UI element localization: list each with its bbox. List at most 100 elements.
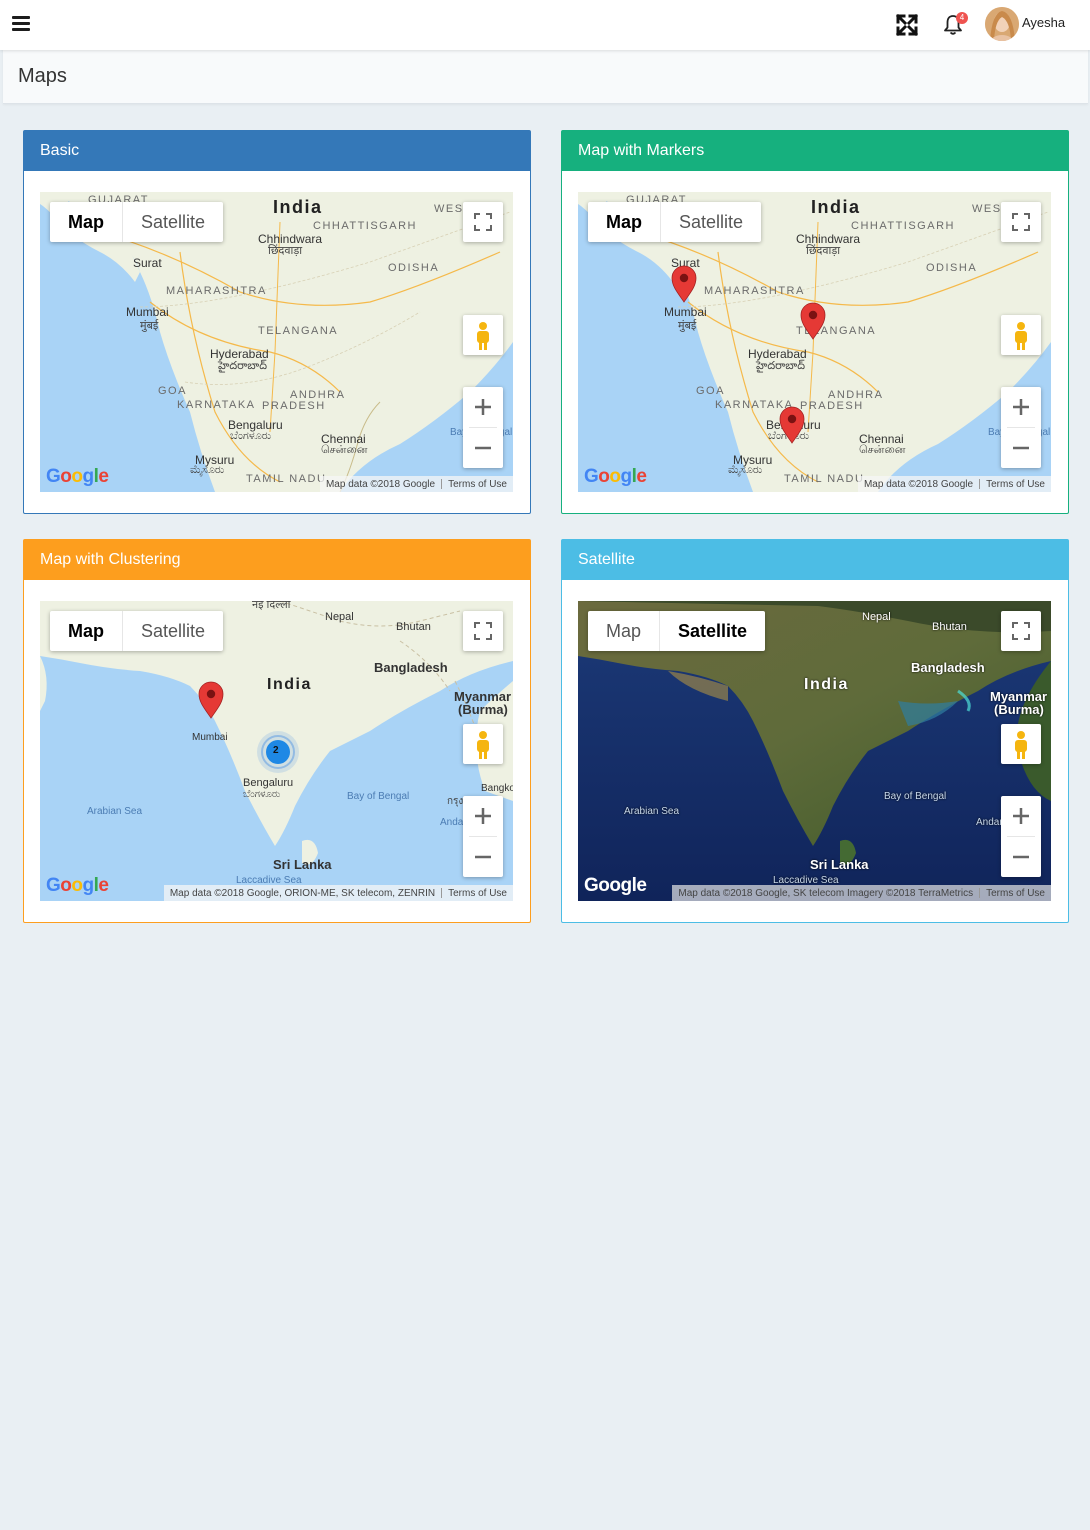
label-india: India <box>811 197 861 217</box>
map-fullscreen-button[interactable] <box>463 202 503 242</box>
label-karnataka: KARNATAKA <box>715 399 794 411</box>
menu-icon[interactable] <box>12 16 30 31</box>
label-maharashtra: MAHARASHTRA <box>704 285 805 297</box>
label-chhattisgarh: CHHATTISGARH <box>313 220 417 232</box>
pegman-icon <box>477 322 489 350</box>
label-bhutan: Bhutan <box>932 621 967 633</box>
minus-icon <box>475 855 491 859</box>
attribution-text: Map data ©2018 Google <box>863 478 974 490</box>
map-type-map-button[interactable]: Map <box>50 202 122 242</box>
label-bay: Bay of Bengal <box>884 791 947 802</box>
label-burma: (Burma) <box>994 702 1044 717</box>
street-view-pegman-button[interactable] <box>463 724 503 764</box>
user-name[interactable]: Ayesha <box>1022 15 1065 30</box>
minus-icon <box>475 446 491 450</box>
plus-icon <box>475 399 491 415</box>
label-india: India <box>804 676 849 693</box>
map-attribution: Map data ©2018 Google Terms of Use <box>857 476 1051 492</box>
attribution-text: Map data ©2018 Google, SK telecom Imager… <box>678 887 974 899</box>
street-view-pegman-button[interactable] <box>1001 315 1041 355</box>
map-type-satellite-button[interactable]: Satellite <box>661 202 761 242</box>
label-mysuru-kn: ಮೈಸೂರು <box>190 464 225 476</box>
label-arabian: Arabian Sea <box>624 806 680 817</box>
map-fullscreen-button[interactable] <box>1001 202 1041 242</box>
basic-map[interactable]: GUJARAT India WEST Chhindwara छिंदवाड़ा … <box>40 192 513 492</box>
clustering-map-card: Map with Clustering नई दिल्ली Nepal Bhut… <box>23 539 531 923</box>
page-header: Maps <box>3 50 1088 104</box>
map-type-map-button[interactable]: Map <box>588 611 659 651</box>
satellite-map-card: Satellite Nepal Bhutan Bangladesh India … <box>561 539 1069 923</box>
fullscreen-icon <box>1012 213 1030 231</box>
zoom-in-button[interactable] <box>1001 796 1041 836</box>
markers-map[interactable]: GUJARAT India WEST Chhindwara छिंदवाड़ा … <box>578 192 1051 492</box>
pegman-icon <box>1015 731 1027 759</box>
label-mumbai-hi: मुंबई <box>678 320 697 332</box>
label-pradesh: PRADESH <box>800 400 864 412</box>
plus-icon <box>1013 399 1029 415</box>
label-odisha: ODISHA <box>926 262 978 274</box>
zoom-out-button[interactable] <box>1001 428 1041 468</box>
label-arabian: Arabian Sea <box>87 806 143 817</box>
street-view-pegman-button[interactable] <box>1001 724 1041 764</box>
zoom-in-button[interactable] <box>463 796 503 836</box>
map-attribution: Map data ©2018 Google, SK telecom Imager… <box>672 885 1051 901</box>
cluster-count: 2 <box>273 745 279 756</box>
label-bengaluru-kn: ಬೆಂಗಳೂರು <box>243 789 281 800</box>
terms-link[interactable]: Terms of Use <box>448 888 507 899</box>
label-telangana: TELANGANA <box>258 325 339 337</box>
label-tamilnadu: TAMIL NADU <box>784 473 865 485</box>
terms-link[interactable]: Terms of Use <box>448 479 507 490</box>
avatar[interactable] <box>985 7 1019 41</box>
map-type-satellite-button[interactable]: Satellite <box>123 611 223 651</box>
map-type-satellite-button[interactable]: Satellite <box>660 611 765 651</box>
fullscreen-icon[interactable] <box>895 13 919 37</box>
terms-link[interactable]: Terms of Use <box>986 479 1045 490</box>
minus-icon <box>1013 446 1029 450</box>
label-mumbai: Mumbai <box>126 305 169 319</box>
label-bangladesh: Bangladesh <box>374 660 448 675</box>
zoom-out-button[interactable] <box>463 837 503 877</box>
label-mumbai: Mumbai <box>192 732 228 743</box>
map-type-satellite-button[interactable]: Satellite <box>123 202 223 242</box>
google-logo: Google <box>584 875 647 896</box>
map-fullscreen-button[interactable] <box>1001 611 1041 651</box>
minus-icon <box>1013 855 1029 859</box>
zoom-control <box>1001 796 1041 877</box>
street-view-pegman-button[interactable] <box>463 315 503 355</box>
map-fullscreen-button[interactable] <box>463 611 503 651</box>
map-type-map-button[interactable]: Map <box>50 611 122 651</box>
zoom-out-button[interactable] <box>1001 837 1041 877</box>
label-hyderabad-te: హైదరాబాద్ <box>756 360 805 372</box>
fullscreen-icon <box>474 213 492 231</box>
zoom-out-button[interactable] <box>463 428 503 468</box>
clustering-map[interactable]: नई दिल्ली Nepal Bhutan Bangladesh India … <box>40 601 513 901</box>
label-pradesh: PRADESH <box>262 400 326 412</box>
map-type-control: Map Satellite <box>50 202 224 242</box>
map-type-control: Map Satellite <box>588 202 762 242</box>
label-tamilnadu: TAMIL NADU <box>246 473 327 485</box>
satellite-map[interactable]: Nepal Bhutan Bangladesh India Myanmar (B… <box>578 601 1051 901</box>
zoom-in-button[interactable] <box>1001 387 1041 427</box>
plus-icon <box>475 808 491 824</box>
card-title: Satellite <box>562 540 1068 580</box>
label-srilanka: Sri Lanka <box>810 857 869 872</box>
zoom-control <box>463 796 503 877</box>
label-bay: Bay of Bengal <box>347 791 410 802</box>
label-odisha: ODISHA <box>388 262 440 274</box>
label-burma: (Burma) <box>458 702 508 717</box>
label-bangkok: Bangkok <box>481 783 513 794</box>
label-hyderabad-te: హైదరాబాద్ <box>218 360 267 372</box>
terms-link[interactable]: Terms of Use <box>986 888 1045 899</box>
map-type-map-button[interactable]: Map <box>588 202 660 242</box>
label-india: India <box>267 676 312 693</box>
label-bangladesh: Bangladesh <box>911 660 985 675</box>
label-mumbai: Mumbai <box>664 305 707 319</box>
label-nepal: Nepal <box>325 611 354 623</box>
label-karnataka: KARNATAKA <box>177 399 256 411</box>
fullscreen-icon <box>474 622 492 640</box>
top-navbar: 4 Ayesha <box>0 0 1090 50</box>
zoom-in-button[interactable] <box>463 387 503 427</box>
label-india: India <box>273 197 323 217</box>
google-logo: Google <box>46 466 109 487</box>
label-goa: GOA <box>696 385 725 397</box>
